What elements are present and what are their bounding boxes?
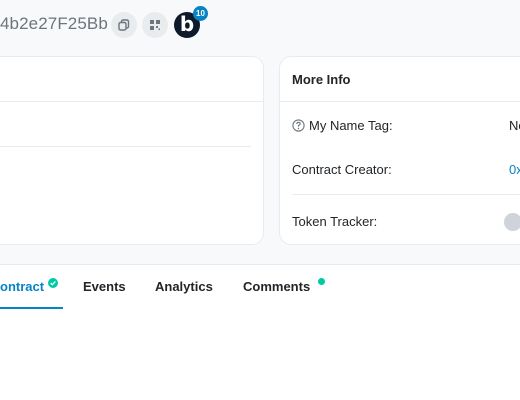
overview-divider	[0, 101, 263, 102]
overview-divider	[0, 146, 251, 147]
active-tab-indicator	[0, 307, 63, 309]
contract-creator-label: Contract Creator:	[292, 162, 392, 177]
tab-contract-label: ontract	[0, 279, 45, 294]
tab-comments[interactable]: Comments	[243, 278, 326, 294]
tab-content-area	[0, 310, 520, 400]
tab-bar: ontract Events Analytics Comments	[0, 264, 520, 311]
tab-analytics[interactable]: Analytics	[155, 279, 213, 294]
token-logo-icon[interactable]	[504, 213, 520, 231]
more-info-card: More Info My Name Tag: Nе Contract Creat…	[279, 56, 520, 245]
name-tag-label: My Name Tag:	[292, 118, 393, 133]
qr-code-button[interactable]	[142, 12, 168, 38]
tab-contract[interactable]: ontract	[0, 277, 59, 294]
qr-code-icon	[150, 20, 160, 30]
name-tag-text: My Name Tag:	[309, 118, 393, 133]
new-comments-dot	[318, 278, 326, 285]
name-tag-value[interactable]: Nе	[509, 118, 520, 133]
tab-events[interactable]: Events	[83, 279, 126, 294]
contract-creator-link[interactable]: 0x	[509, 162, 520, 177]
address-header: 4b2e27F25Bb b 10	[0, 0, 520, 52]
more-info-divider	[280, 101, 520, 102]
verified-check-icon	[48, 277, 59, 288]
blockscan-chat-icon: b	[179, 12, 195, 36]
contract-creator-text: Contract Creator:	[292, 162, 392, 177]
tab-events-label: Events	[83, 279, 126, 294]
overview-card	[0, 56, 264, 245]
contract-address: 4b2e27F25Bb	[0, 14, 108, 33]
tab-comments-label: Comments	[243, 279, 311, 294]
notification-badge: 10	[193, 6, 208, 21]
token-tracker-label: Token Tracker:	[292, 214, 377, 229]
help-circle-icon[interactable]	[292, 119, 305, 132]
more-info-title: More Info	[292, 72, 351, 87]
token-tracker-text: Token Tracker:	[292, 214, 378, 229]
copy-icon	[118, 19, 130, 31]
more-info-divider	[292, 194, 520, 195]
tab-analytics-label: Analytics	[155, 279, 213, 294]
copy-address-button[interactable]	[111, 12, 137, 38]
